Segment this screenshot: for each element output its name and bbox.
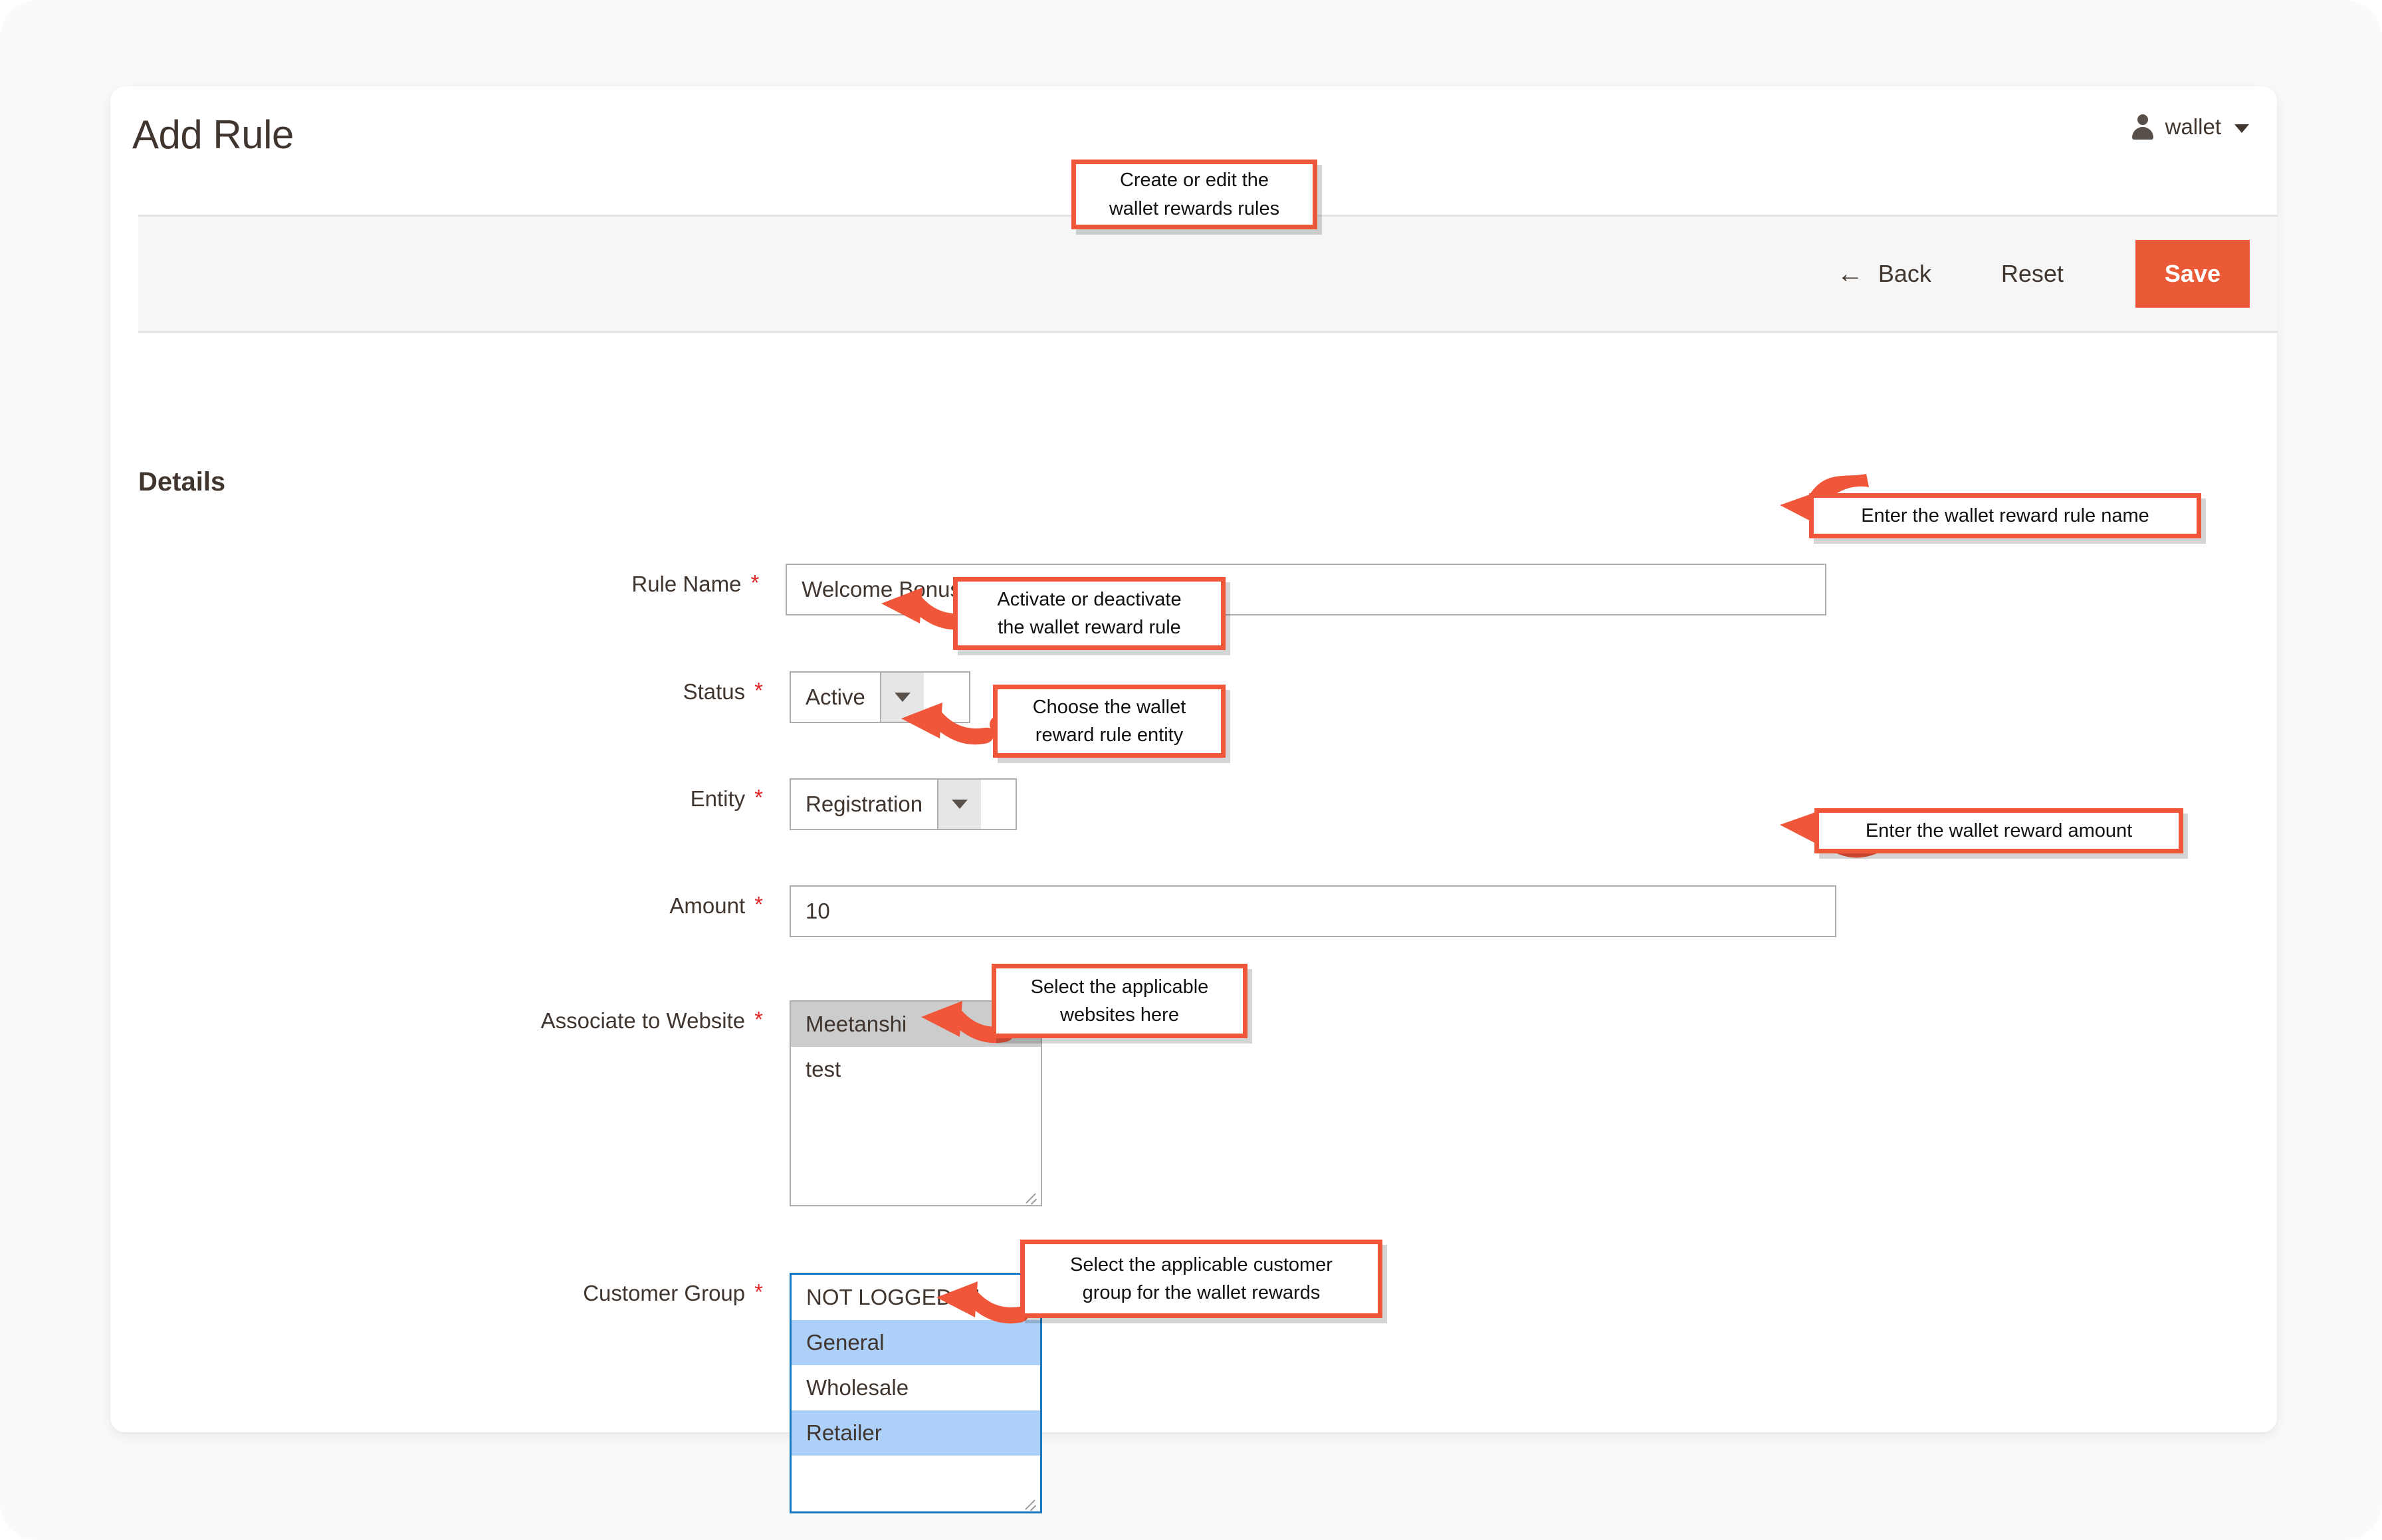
annotation-rule-name-note: Enter the wallet reward rule name	[1809, 493, 2201, 538]
annotation-line2: reward rule entity	[1035, 724, 1184, 746]
annotation-line1: Enter the wallet reward amount	[1865, 820, 2133, 841]
annotation-line1: Select the applicable customer	[1070, 1254, 1333, 1275]
annotation-line2: group for the wallet rewards	[1082, 1282, 1321, 1303]
annotation-header-note: Create or edit the wallet rewards rules	[1071, 160, 1317, 229]
annotation-customer-group-note: Select the applicable customer group for…	[1020, 1240, 1382, 1318]
annotation-status-note: Activate or deactivate the wallet reward…	[953, 577, 1226, 650]
annotation-line1: Create or edit the	[1119, 169, 1269, 191]
annotation-line1: Choose the wallet	[1032, 696, 1186, 718]
annotation-website-note: Select the applicable websites here	[992, 964, 1247, 1038]
annotation-line1: Activate or deactivate	[997, 588, 1182, 610]
annotation-entity-note: Choose the wallet reward rule entity	[993, 685, 1226, 758]
annotation-line2: the wallet reward rule	[998, 617, 1181, 638]
annotation-line2: wallet rewards rules	[1109, 197, 1280, 219]
annotation-line2: websites here	[1060, 1004, 1179, 1026]
annotation-line1: Select the applicable	[1030, 976, 1209, 998]
annotation-line1: Enter the wallet reward rule name	[1861, 504, 2149, 526]
page-root: Add Rule wallet ← Back Reset Save Detail…	[0, 0, 2382, 1540]
annotation-amount-note: Enter the wallet reward amount	[1814, 808, 2183, 853]
